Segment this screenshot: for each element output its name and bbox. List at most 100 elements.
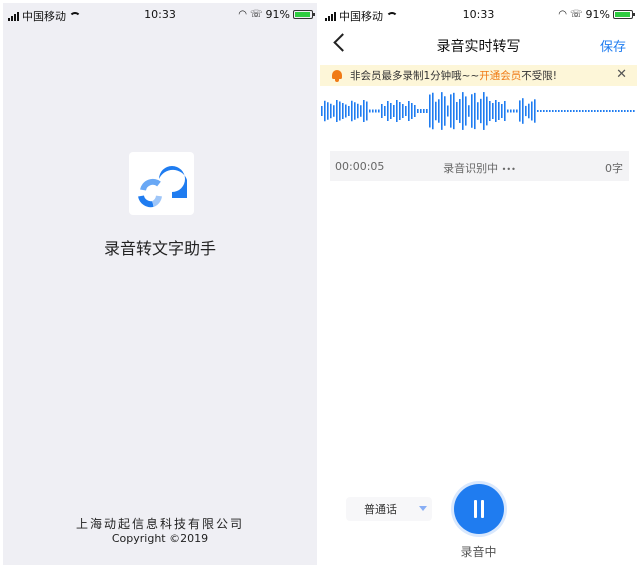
waveform-bar	[402, 104, 404, 118]
app-logo	[129, 152, 194, 215]
battery-icon	[293, 10, 315, 19]
waveform-bar	[552, 110, 554, 112]
waveform-bar	[354, 102, 356, 120]
waveform-bar	[399, 102, 401, 120]
waveform-bar	[327, 102, 329, 120]
waveform-bar	[435, 101, 437, 121]
app-logo-icon	[138, 166, 187, 208]
waveform-bar	[378, 109, 380, 113]
close-icon[interactable]: ✕	[616, 67, 627, 82]
waveform-bar	[336, 100, 338, 122]
status-right: ◠ ☏ 91%	[238, 8, 315, 21]
app-name: 录音转文字助手	[103, 239, 216, 258]
page-title: 录音实时转写	[436, 39, 521, 55]
transcript-header: 00:00:05 录音识别中 ••• 0字	[330, 151, 629, 181]
waveform-bar	[507, 109, 509, 113]
waveform-bar	[447, 105, 449, 117]
splash-screen: 中国移动 10:33 ◠ ☏ 91% 录音转文字助手 上海动起信息科技有限公司 …	[3, 3, 317, 565]
recognition-status: 录音识别中 •••	[330, 160, 629, 176]
waveform-bar	[492, 103, 494, 119]
waveform-bar	[438, 99, 440, 123]
waveform-bar	[441, 92, 443, 130]
waveform-bar	[324, 100, 326, 122]
waveform-bar	[513, 109, 515, 113]
waveform-bar	[597, 110, 599, 112]
waveform-bar	[606, 110, 608, 112]
language-select[interactable]: 普通话	[346, 497, 432, 521]
waveform-bar	[456, 101, 458, 121]
waveform-bar	[516, 109, 518, 113]
waveform-bar	[330, 103, 332, 119]
waveform-bar	[444, 96, 446, 126]
nav-bar: 录音实时转写 保存	[320, 25, 637, 65]
waveform-bar	[333, 105, 335, 117]
waveform-bar	[420, 109, 422, 113]
waveform-bar	[381, 104, 383, 118]
waveform-bar	[522, 98, 524, 124]
waveform-bar	[558, 110, 560, 112]
record-status-label: 录音中	[460, 545, 497, 559]
waveform-bar	[564, 110, 566, 112]
dropdown-caret-icon	[419, 506, 427, 511]
waveform-bar	[372, 109, 374, 113]
status-right: ◠ ☏ 91%	[558, 8, 635, 21]
waveform-bar	[525, 105, 527, 117]
language-value: 普通话	[364, 503, 397, 516]
waveform-bar	[594, 110, 596, 112]
waveform-bar	[540, 110, 542, 112]
waveform-bar	[603, 110, 605, 112]
waveform-bar	[342, 103, 344, 119]
waveform-bar	[555, 110, 557, 112]
waveform-bar	[543, 110, 545, 112]
waveform-bar	[618, 110, 620, 112]
waveform-bar	[573, 110, 575, 112]
pause-record-button[interactable]	[454, 484, 504, 534]
waveform-bar	[570, 110, 572, 112]
waveform-bar	[450, 94, 452, 128]
waveform-bar	[411, 103, 413, 119]
waveform-bar	[549, 110, 551, 112]
waveform-bar	[504, 101, 506, 121]
battery-percent: 91%	[265, 8, 290, 21]
save-button[interactable]: 保存	[600, 36, 626, 55]
waveform-bar	[480, 98, 482, 124]
waveform-bar	[600, 110, 602, 112]
waveform-bar	[384, 106, 386, 116]
transcript-content	[330, 181, 629, 456]
waveform-bar	[609, 110, 611, 112]
waveform-bar	[390, 103, 392, 119]
waveform-bar	[468, 105, 470, 117]
word-count: 0字	[605, 162, 623, 175]
waveform-bar	[498, 102, 500, 120]
waveform-bar	[432, 92, 434, 130]
waveform-bar	[567, 110, 569, 112]
open-membership-link[interactable]: 开通会员	[479, 68, 521, 83]
waveform-bar	[588, 110, 590, 112]
waveform-bar	[366, 101, 368, 121]
waveform-bar	[576, 110, 578, 112]
waveform-bar	[453, 92, 455, 130]
waveform-bar	[477, 102, 479, 120]
waveform-bar	[483, 92, 485, 130]
transcript-area[interactable]	[330, 181, 629, 456]
waveform-bar	[582, 110, 584, 112]
waveform-bar	[633, 110, 635, 112]
headset-icon: ◠	[238, 9, 248, 20]
recognition-status-label: 录音识别中	[443, 162, 499, 175]
hd-call-icon: ☏	[250, 9, 263, 20]
member-notice-banner: 非会员最多录制1分钟哦~~ 开通会员 不受限! ✕	[320, 65, 637, 86]
company-name: 上海动起信息科技有限公司	[75, 517, 244, 531]
waveform-bar	[429, 94, 431, 128]
waveform-bar	[624, 110, 626, 112]
waveform-bar	[531, 101, 533, 121]
waveform-bar	[474, 92, 476, 130]
waveform-bar	[630, 110, 632, 112]
waveform-bar	[348, 106, 350, 116]
waveform-bar	[465, 96, 467, 126]
waveform-bar	[528, 103, 530, 119]
waveform-bar	[405, 106, 407, 116]
waveform-bar	[495, 100, 497, 122]
bell-icon	[330, 69, 344, 83]
headset-icon: ◠	[558, 9, 568, 20]
waveform-bar	[321, 106, 323, 116]
